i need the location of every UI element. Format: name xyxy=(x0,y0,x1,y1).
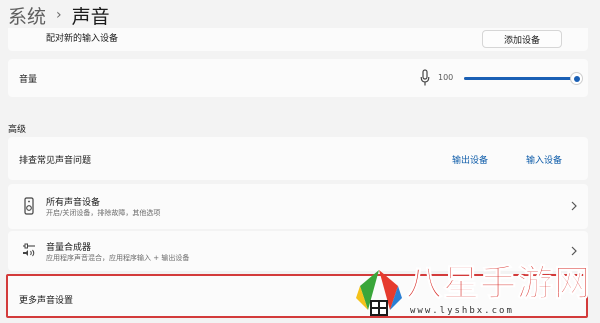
more-sound-settings-title: 更多声音设置 xyxy=(19,296,74,306)
all-sound-devices-desc: 开启/关闭设备，排除故障，其他选项 xyxy=(46,209,161,217)
pair-input-device-label: 配对新的输入设备 xyxy=(46,34,119,44)
volume-slider[interactable] xyxy=(464,77,576,80)
page-title: 声音 xyxy=(71,5,110,28)
watermark: 八星手游网 www.lyshbx.com xyxy=(350,262,600,323)
watermark-url: www.lyshbx.com xyxy=(410,306,514,316)
breadcrumb-separator: › xyxy=(56,7,62,23)
troubleshoot-row: 排查常见声音问题 输出设备 输入设备 xyxy=(8,137,588,180)
volume-slider-thumb[interactable] xyxy=(570,72,583,85)
all-sound-devices-row[interactable]: 所有声音设备 开启/关闭设备，排除故障，其他选项 xyxy=(8,184,588,229)
output-devices-link[interactable]: 输出设备 xyxy=(452,153,488,166)
breadcrumb-parent[interactable]: 系统 xyxy=(8,2,46,29)
mixer-icon xyxy=(23,243,35,257)
volume-mixer-title: 音量合成器 xyxy=(46,243,92,253)
pair-input-device-row: 配对新的输入设备 添加设备 xyxy=(8,28,588,51)
chevron-right-icon xyxy=(571,246,577,256)
volume-mixer-desc: 应用程序声音混合，应用程序输入 + 输出设备 xyxy=(46,254,190,262)
volume-label: 音量 xyxy=(19,75,38,85)
troubleshoot-label: 排查常见声音问题 xyxy=(19,156,92,166)
chevron-right-icon xyxy=(571,201,577,211)
advanced-section-header: 高级 xyxy=(8,125,27,135)
input-devices-link[interactable]: 输入设备 xyxy=(526,153,562,166)
volume-row: 音量 100 xyxy=(8,59,588,97)
add-device-button[interactable]: 添加设备 xyxy=(482,30,562,48)
microphone-icon[interactable] xyxy=(420,69,430,87)
breadcrumb: 系统 › 声音 xyxy=(8,1,110,29)
watermark-text: 八星手游网 xyxy=(405,263,592,305)
volume-value: 100 xyxy=(438,73,454,82)
all-sound-devices-title: 所有声音设备 xyxy=(46,198,101,208)
speaker-device-icon xyxy=(24,197,34,215)
volume-slider-fill xyxy=(464,77,576,80)
watermark-logo-icon xyxy=(356,270,402,316)
